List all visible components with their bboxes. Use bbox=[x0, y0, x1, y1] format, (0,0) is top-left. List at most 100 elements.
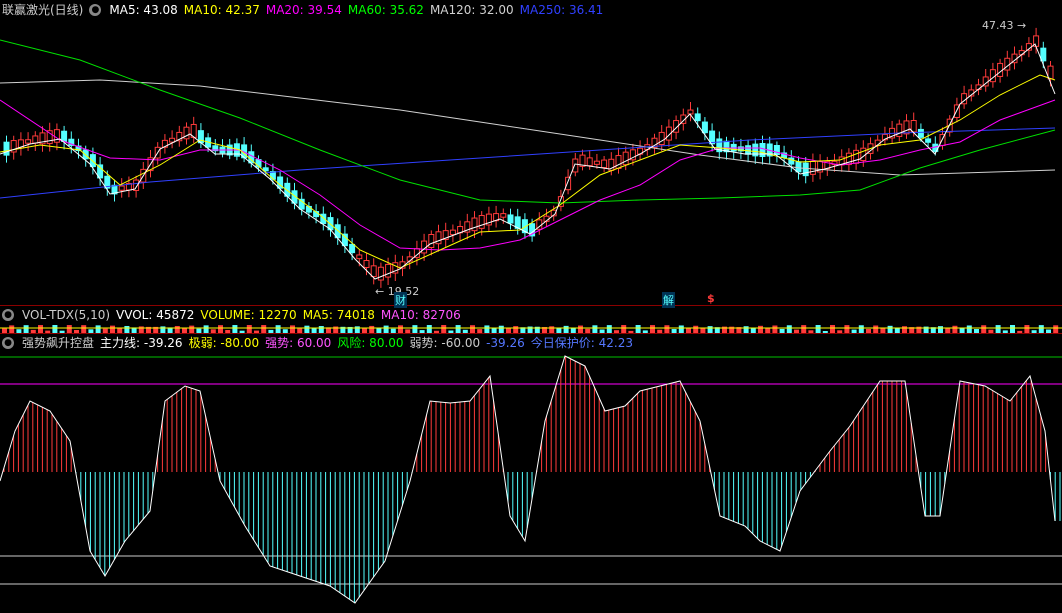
candle bbox=[1004, 50, 1011, 77]
volume-bar bbox=[621, 325, 627, 333]
volume-bar bbox=[203, 325, 209, 333]
volume-settings-icon[interactable]: ● bbox=[2, 308, 14, 321]
strong-label: 强势: 60.00 bbox=[265, 336, 332, 350]
volume-bar bbox=[815, 325, 821, 333]
volume-bar bbox=[441, 325, 447, 333]
ma-line bbox=[0, 43, 1056, 280]
volume-bar bbox=[938, 326, 943, 333]
candle bbox=[17, 132, 24, 156]
volume-bar bbox=[398, 325, 403, 333]
candle bbox=[601, 156, 608, 173]
price-chart[interactable] bbox=[0, 0, 1062, 305]
volume-bar bbox=[902, 326, 907, 333]
candle bbox=[1033, 27, 1040, 54]
volume-bar bbox=[513, 326, 519, 333]
volume-bar bbox=[38, 325, 43, 333]
candle bbox=[716, 131, 723, 160]
volume-bar bbox=[858, 325, 864, 333]
volume-bar bbox=[578, 325, 583, 333]
candle bbox=[809, 153, 816, 182]
volume-bar bbox=[830, 325, 835, 333]
candle bbox=[169, 130, 176, 149]
volume-bar bbox=[290, 325, 295, 333]
volume-bar bbox=[743, 326, 749, 333]
volume-bar bbox=[1053, 325, 1059, 333]
candle bbox=[975, 78, 982, 96]
volume-bar bbox=[498, 325, 504, 333]
candle bbox=[507, 208, 514, 230]
indicator-title: 强势飙升控盘 bbox=[22, 336, 95, 350]
volume-bar bbox=[563, 325, 569, 333]
volume-bar bbox=[592, 325, 598, 333]
candle bbox=[449, 224, 456, 243]
volume-bar bbox=[470, 325, 475, 333]
volume-bar bbox=[758, 325, 763, 333]
vol-ma5-label: MA5: 74018 bbox=[302, 307, 375, 322]
marker-dollar[interactable]: $ bbox=[707, 292, 715, 305]
candle bbox=[860, 140, 867, 167]
volume-title: VOL-TDX(5,10) bbox=[22, 307, 111, 322]
volume-bar bbox=[549, 326, 555, 333]
volume-bar bbox=[786, 325, 792, 333]
candle bbox=[687, 102, 694, 122]
volume-bar bbox=[952, 325, 958, 333]
candle bbox=[370, 258, 377, 285]
volume-bar bbox=[966, 325, 972, 333]
candle bbox=[485, 206, 492, 232]
value-label: -39.26 bbox=[486, 335, 525, 350]
candle bbox=[3, 135, 10, 163]
volume-bar bbox=[369, 325, 375, 333]
vvol-label: VVOL: 45872 bbox=[116, 307, 195, 322]
volume-bar bbox=[66, 325, 72, 333]
volume-bar bbox=[678, 325, 684, 333]
volume-bar bbox=[275, 325, 281, 333]
marker-jie[interactable]: 解 bbox=[662, 292, 675, 308]
volume-bar bbox=[606, 325, 612, 333]
candle bbox=[903, 114, 910, 139]
candle bbox=[61, 125, 68, 150]
candle bbox=[961, 85, 968, 109]
candle bbox=[658, 124, 665, 152]
volume-chart[interactable] bbox=[0, 323, 1062, 333]
volume-bar bbox=[110, 325, 115, 333]
indicator-chart[interactable] bbox=[0, 351, 1062, 613]
candle bbox=[111, 179, 118, 202]
candle bbox=[615, 147, 622, 174]
volume-bar bbox=[455, 325, 461, 333]
candle bbox=[637, 140, 644, 161]
weak-label: 弱势: -60.00 bbox=[409, 336, 481, 350]
candle bbox=[219, 139, 226, 158]
candle bbox=[838, 149, 845, 172]
candle bbox=[442, 222, 449, 248]
volume-bar bbox=[124, 325, 130, 333]
candle bbox=[896, 119, 903, 142]
volume-bar bbox=[981, 325, 987, 333]
volume-bar bbox=[664, 325, 670, 333]
candle bbox=[10, 135, 17, 160]
volume-bar bbox=[873, 325, 879, 333]
candle bbox=[176, 125, 183, 147]
volume-bar bbox=[412, 325, 418, 333]
volume-bar bbox=[138, 326, 144, 333]
candle bbox=[435, 224, 442, 252]
candle bbox=[982, 68, 989, 92]
candle bbox=[989, 62, 996, 88]
volume-bar bbox=[693, 325, 699, 333]
candle bbox=[889, 120, 896, 144]
candle bbox=[802, 157, 809, 184]
candle bbox=[622, 146, 629, 171]
volume-bar bbox=[246, 325, 252, 333]
volume-bar bbox=[23, 325, 29, 333]
candle bbox=[737, 138, 744, 159]
indicator-settings-icon[interactable]: ● bbox=[2, 336, 14, 349]
volume-bar bbox=[995, 325, 1001, 333]
volume-bar bbox=[160, 326, 166, 333]
volume-label: VOLUME: 12270 bbox=[200, 307, 297, 322]
volume-bar bbox=[52, 325, 58, 333]
marker-cai[interactable]: 财 bbox=[394, 292, 407, 308]
ma-line bbox=[0, 127, 1056, 199]
candle bbox=[831, 153, 838, 172]
volume-bar bbox=[95, 325, 101, 333]
candle bbox=[32, 131, 39, 152]
volume-bar bbox=[1024, 325, 1030, 333]
